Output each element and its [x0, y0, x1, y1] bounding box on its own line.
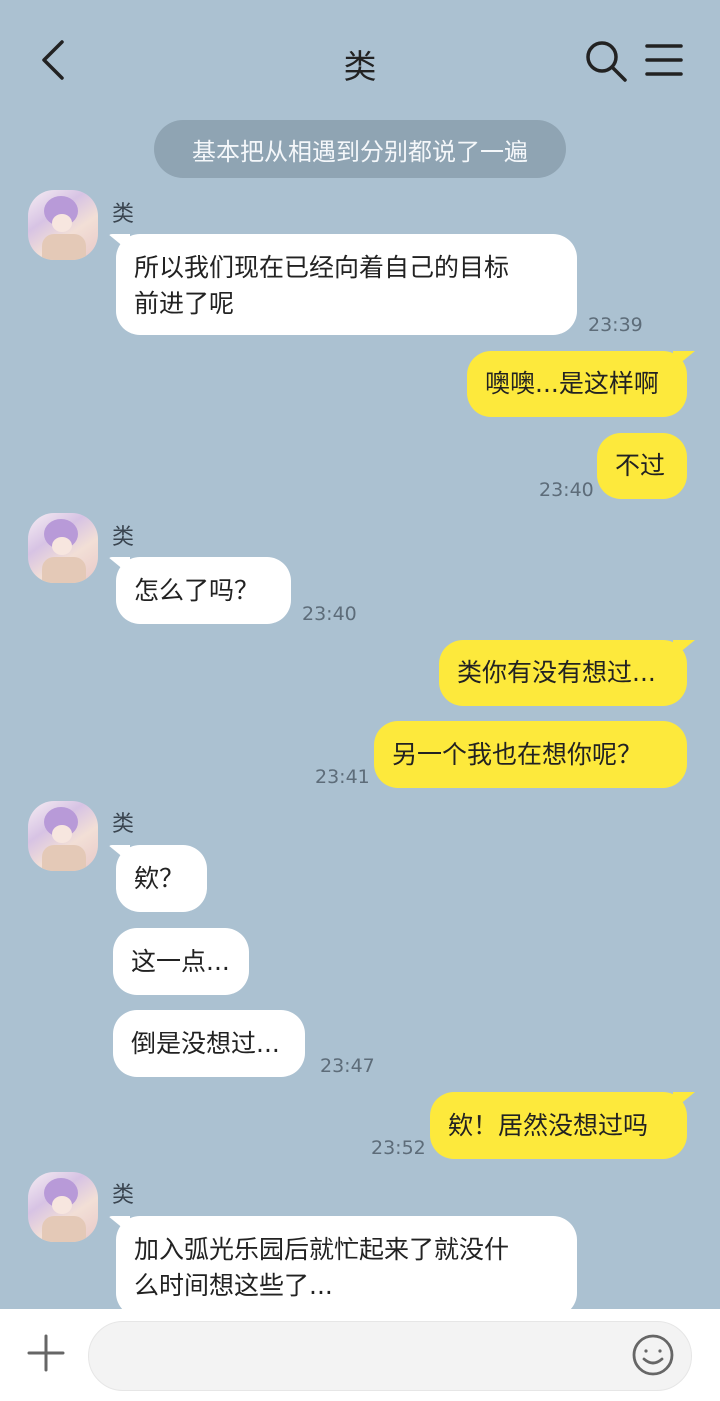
sender-name: 类: [112, 202, 135, 227]
message-bubble-outgoing[interactable]: 不过: [597, 433, 687, 499]
message-text: 噢噢...是这样啊: [485, 369, 659, 398]
message-input-field[interactable]: [109, 1322, 613, 1392]
avatar[interactable]: [28, 513, 98, 583]
avatar[interactable]: [28, 1172, 98, 1242]
avatar[interactable]: [28, 190, 98, 260]
message-time: 23:40: [539, 479, 594, 501]
message-bubble-outgoing[interactable]: 噢噢...是这样啊: [467, 351, 695, 417]
system-notice: 基本把从相遇到分别都说了一遍: [154, 120, 566, 178]
attach-button[interactable]: [26, 1333, 66, 1373]
message-time: 23:39: [588, 314, 643, 336]
message-time: 23:47: [320, 1055, 375, 1077]
chat-header: 类: [0, 0, 720, 120]
message-time: 23:52: [371, 1137, 426, 1159]
message-text: 加入弧光乐园后就忙起来了就没什 么时间想这些了...: [134, 1235, 510, 1300]
search-button[interactable]: [583, 38, 629, 84]
menu-button[interactable]: [644, 42, 684, 78]
message-bubble-outgoing[interactable]: 另一个我也在想你呢？: [374, 721, 687, 788]
sender-name: 类: [112, 812, 135, 837]
message-text: 怎么了吗？: [134, 575, 260, 605]
message-input[interactable]: [88, 1321, 692, 1392]
message-text: 类你有没有想过...: [457, 658, 656, 687]
message-bubble-outgoing[interactable]: 类你有没有想过...: [439, 640, 695, 706]
smiley-icon: [632, 1334, 674, 1376]
message-text: 欸？: [134, 863, 185, 893]
message-bubble-incoming[interactable]: 这一点...: [113, 928, 249, 995]
message-text: 这一点...: [131, 946, 230, 976]
message-text: 另一个我也在想你呢？: [392, 739, 643, 769]
sender-name: 类: [112, 525, 135, 550]
message-time: 23:40: [302, 603, 357, 625]
search-icon: [586, 41, 627, 82]
message-text: 不过: [615, 451, 666, 480]
message-input-bar: [0, 1309, 720, 1401]
message-time: 23:41: [315, 766, 370, 788]
message-bubble-incoming[interactable]: 加入弧光乐园后就忙起来了就没什 么时间想这些了...: [108, 1216, 577, 1317]
message-text: 欸！居然没想过吗: [448, 1110, 649, 1140]
sender-name: 类: [112, 1183, 135, 1208]
message-bubble-outgoing[interactable]: 欸！居然没想过吗: [430, 1092, 695, 1159]
message-text: 所以我们现在已经向着自己的目标 前进了呢: [134, 253, 510, 318]
plus-icon: [27, 1334, 65, 1372]
avatar[interactable]: [28, 801, 98, 871]
message-bubble-incoming[interactable]: 怎么了吗？: [108, 557, 291, 624]
emoji-button[interactable]: [630, 1332, 676, 1378]
message-bubble-incoming[interactable]: 所以我们现在已经向着自己的目标 前进了呢: [108, 234, 577, 335]
message-bubble-incoming[interactable]: 倒是没想过...: [113, 1010, 305, 1077]
hamburger-menu-icon: [645, 44, 683, 76]
message-bubble-incoming[interactable]: 欸？: [108, 845, 207, 912]
message-text: 倒是没想过...: [131, 1028, 280, 1058]
